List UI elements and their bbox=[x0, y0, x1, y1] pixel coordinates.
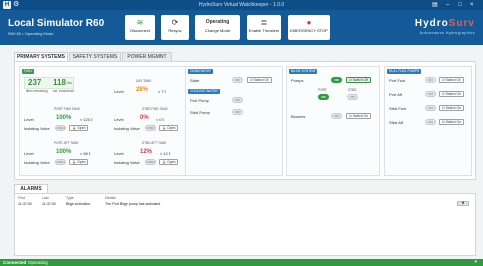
stbd-fwd-switch-on-button[interactable]: ⏻ Switch On bbox=[439, 105, 465, 111]
stbd-fwd-pump-toggle[interactable]: OFF bbox=[425, 105, 436, 111]
resync-button[interactable]: ⟳ Resync bbox=[161, 15, 189, 40]
port-fwd-switch-on-button[interactable]: ⏻ Switch On bbox=[439, 77, 465, 83]
day-tank-level: 28% bbox=[136, 87, 149, 93]
app-window: H ⚙ HydroSurv Virtual Watchkeeper - 1.0.… bbox=[0, 0, 483, 266]
blowers-switch-on-button[interactable]: ⏻ Switch On bbox=[346, 113, 372, 119]
liters-label: liters remaining bbox=[26, 89, 48, 93]
port-fwd-valve-toggle[interactable]: OPEN bbox=[55, 125, 66, 131]
window-title: HydroSurv Virtual Watchkeeper - 1.0.0 bbox=[198, 2, 285, 8]
change-mode-button[interactable]: Operating Change Mode bbox=[195, 15, 240, 40]
brand-logo: HydroSurv bbox=[414, 18, 475, 29]
blowers-toggle[interactable]: OFF bbox=[331, 113, 342, 119]
generator-toggle[interactable]: OFF bbox=[232, 77, 243, 83]
stbd-fwd-title: STBD FWD TANK bbox=[142, 107, 168, 111]
minimize-button[interactable]: – bbox=[446, 1, 449, 9]
page-title: Local Simulator R60 bbox=[8, 18, 105, 29]
maximize-button[interactable]: □ bbox=[458, 1, 462, 9]
stbd-aft-title: STBD AFT TANK bbox=[142, 141, 167, 145]
fuel-header: FUEL bbox=[22, 69, 35, 74]
fuel-summary: 237 118 hrs bbox=[24, 77, 74, 89]
page-subtitle: R60-60 • Operating Mode bbox=[8, 31, 54, 36]
stbd-aft-valve-toggle[interactable]: OPEN bbox=[145, 159, 156, 165]
dismiss-alarm-button[interactable]: ✖ bbox=[457, 201, 469, 206]
port-aft-level: 100% bbox=[56, 149, 72, 155]
col-last: Last bbox=[42, 196, 49, 200]
col-type: Type bbox=[66, 196, 74, 200]
cooling-stbd-pump-toggle[interactable]: OFF bbox=[232, 109, 243, 115]
port-aft-pump-toggle[interactable]: OFF bbox=[425, 91, 436, 97]
tab-alarms[interactable]: ALARMS bbox=[14, 184, 48, 193]
emergency-stop-button[interactable]: ● EMERGENCY STOP bbox=[288, 15, 330, 40]
header: Local Simulator R60 R60-60 • Operating M… bbox=[0, 10, 483, 45]
thrusters-icon: ≣ bbox=[260, 18, 268, 27]
generator-switch-on-button[interactable]: ⏻ Switch On bbox=[247, 77, 273, 83]
primary-systems-panel: FUEL 237 118 hrs liters remaining est. e… bbox=[14, 61, 476, 180]
close-button[interactable]: × bbox=[470, 1, 474, 9]
bilge-port-indicator: ON bbox=[318, 94, 329, 100]
tab-primary-systems[interactable]: PRIMARY SYSTEMS bbox=[14, 52, 68, 61]
col-first: First bbox=[18, 196, 25, 200]
bilge-header: BILGE SYSTEM bbox=[289, 69, 318, 74]
tab-safety-systems[interactable]: SAFETY SYSTEMS bbox=[69, 52, 121, 61]
status-bar: Connected Operating ▾ bbox=[0, 259, 483, 266]
stbd-fwd-level: 0% bbox=[140, 115, 149, 121]
tab-power-mgmnt[interactable]: POWER MGMNT bbox=[122, 52, 172, 61]
cooling-port-pump-toggle[interactable]: OFF bbox=[232, 97, 243, 103]
generator-panel: GENERATOR State OFF ⏻ Switch On COOLING … bbox=[185, 66, 283, 176]
book-icon[interactable]: ▤ bbox=[432, 1, 438, 9]
port-aft-open-button[interactable]: 🔓 Open bbox=[69, 159, 89, 165]
disconnect-button[interactable]: ≋ Disconnect bbox=[125, 15, 155, 40]
stbd-fwd-valve-toggle[interactable]: OPEN bbox=[145, 125, 156, 131]
alarms-panel: First Last Type Details 11:47:00 11:47:0… bbox=[14, 193, 476, 256]
stbd-aft-open-button[interactable]: 🔓 Open bbox=[159, 159, 179, 165]
wifi-icon: ≋ bbox=[136, 18, 144, 27]
port-fwd-open-button[interactable]: 🔓 Open bbox=[69, 125, 89, 131]
connection-status: Connected bbox=[3, 260, 27, 265]
port-fwd-title: PORT FWD TANK bbox=[54, 107, 80, 111]
refresh-icon: ⟳ bbox=[171, 18, 179, 27]
fuel-panel: FUEL 237 118 hrs liters remaining est. e… bbox=[19, 66, 191, 176]
day-tank-title: DAY TANK bbox=[136, 79, 152, 83]
stbd-aft-level: 12% bbox=[140, 149, 153, 155]
bilge-stbd-indicator: OFF bbox=[347, 94, 358, 100]
port-fwd-level: 100% bbox=[56, 115, 72, 121]
stbd-aft-pump-toggle[interactable]: OFF bbox=[425, 119, 436, 125]
hull-fuel-pumps-panel: HULL FUEL PUMPS Port Fwd OFF ⏻ Switch On… bbox=[384, 66, 472, 176]
generator-header: GENERATOR bbox=[188, 69, 213, 74]
enable-thrusters-button[interactable]: ≣ Enable Thrusters bbox=[247, 15, 281, 40]
brand-tagline: Autonomous Hydrographics bbox=[419, 31, 475, 35]
stbd-fwd-open-button[interactable]: 🔓 Open bbox=[159, 125, 179, 131]
bilge-panel: BILGE SYSTEM Pumps ON ⏻ Switch Off PORT … bbox=[286, 66, 380, 176]
endurance-label: est. endurance bbox=[53, 89, 75, 93]
cooling-water-header: COOLING WATER bbox=[188, 89, 220, 94]
endurance-hours: 118 bbox=[53, 78, 66, 87]
mode-value: Operating bbox=[205, 19, 230, 25]
emergency-stop-icon: ● bbox=[306, 18, 312, 27]
stbd-aft-switch-on-button[interactable]: ⏻ Switch On bbox=[439, 119, 465, 125]
port-aft-switch-on-button[interactable]: ⏻ Switch On bbox=[439, 91, 465, 97]
bilge-pumps-toggle[interactable]: ON bbox=[331, 77, 342, 83]
title-bar: H ⚙ HydroSurv Virtual Watchkeeper - 1.0.… bbox=[0, 0, 483, 10]
col-details: Details bbox=[105, 196, 116, 200]
port-aft-title: PORT AFT TANK bbox=[54, 141, 79, 145]
mode-status: Operating bbox=[28, 260, 48, 265]
liters-remaining: 237 bbox=[28, 78, 42, 87]
wifi-icon: ▾ bbox=[474, 259, 477, 265]
port-fwd-pump-toggle[interactable]: OFF bbox=[425, 77, 436, 83]
port-aft-valve-toggle[interactable]: OPEN bbox=[55, 159, 66, 165]
bilge-switch-off-button[interactable]: ⏻ Switch Off bbox=[346, 77, 372, 83]
hull-fuel-pumps-header: HULL FUEL PUMPS bbox=[387, 69, 422, 74]
